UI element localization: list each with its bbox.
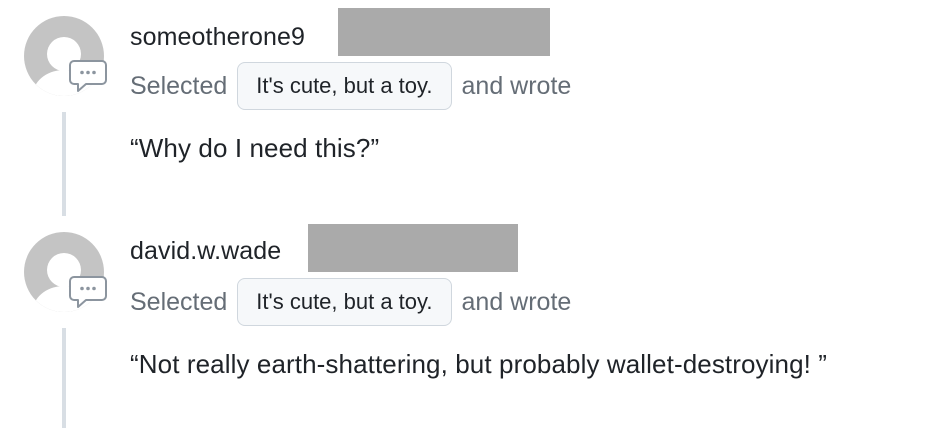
action-prefix: Selected bbox=[130, 71, 228, 100]
redaction-block bbox=[308, 224, 518, 272]
action-row: Selected It's cute, but a toy. and wrote bbox=[130, 60, 571, 112]
comment-bubble-icon bbox=[68, 58, 108, 94]
selected-option-badge: It's cute, but a toy. bbox=[237, 62, 452, 110]
action-suffix: and wrote bbox=[461, 287, 572, 316]
username-link[interactable]: someotherone9 bbox=[130, 23, 305, 52]
comment-bubble-icon bbox=[68, 274, 108, 310]
redaction-block bbox=[338, 8, 550, 56]
username-row: david.w.wade bbox=[130, 228, 281, 274]
username-row: someotherone9 bbox=[130, 14, 305, 60]
comment-text: “Why do I need this?” bbox=[130, 133, 380, 163]
action-suffix: and wrote bbox=[461, 71, 572, 100]
timeline-entry: someotherone9 Selected It's cute, but a … bbox=[0, 0, 952, 216]
thread-line bbox=[62, 112, 66, 216]
timeline-entry: david.w.wade Selected It's cute, but a t… bbox=[0, 216, 952, 428]
comment-feed: someotherone9 Selected It's cute, but a … bbox=[0, 0, 952, 428]
action-row: Selected It's cute, but a toy. and wrote bbox=[130, 276, 571, 328]
selected-option-badge: It's cute, but a toy. bbox=[237, 278, 452, 326]
action-prefix: Selected bbox=[130, 287, 228, 316]
thread-line bbox=[62, 328, 66, 428]
comment-text: “Not really earth-shattering, but probab… bbox=[130, 349, 828, 379]
username-link[interactable]: david.w.wade bbox=[130, 237, 281, 266]
